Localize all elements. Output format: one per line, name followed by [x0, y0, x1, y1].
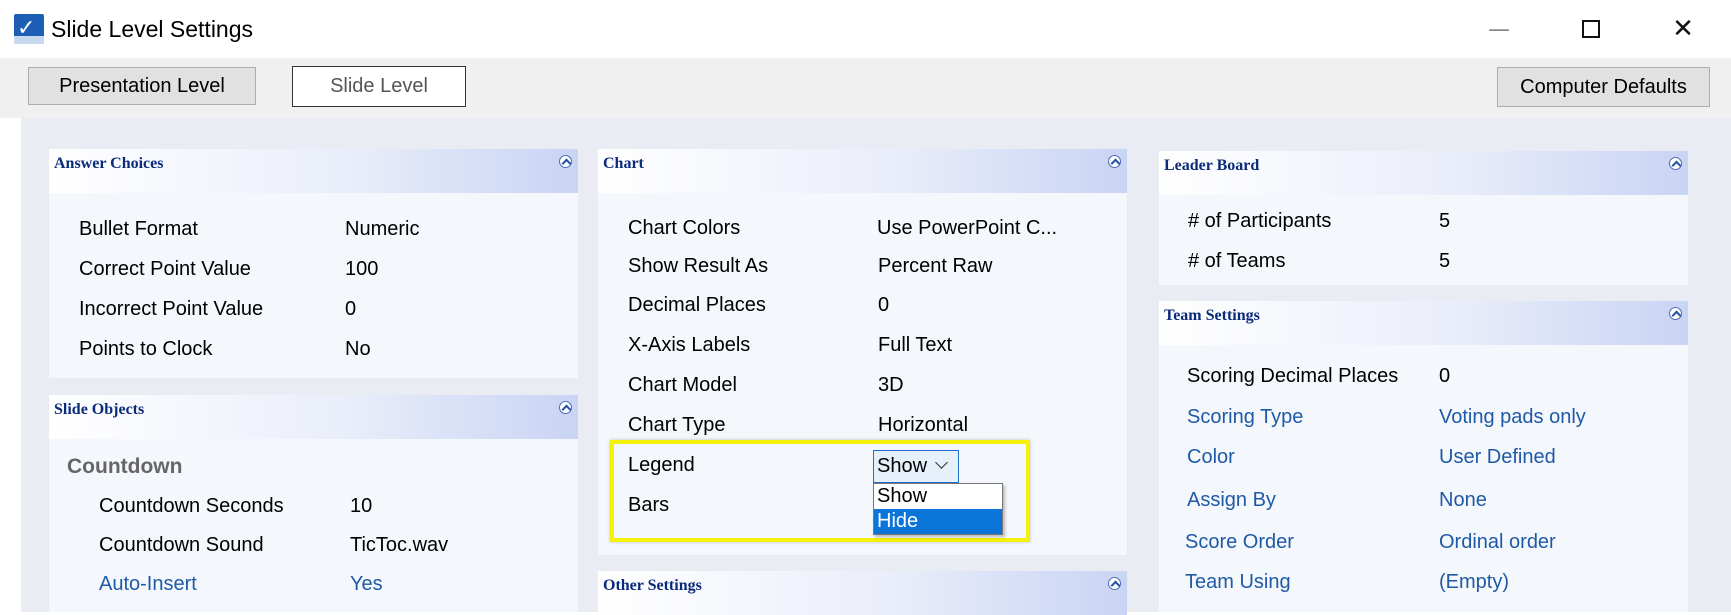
- app-logo-icon: ✓: [14, 14, 44, 44]
- title-bar: ✓ Slide Level Settings — ✕: [0, 0, 1731, 58]
- setting-value[interactable]: 100: [345, 258, 378, 281]
- maximize-icon: [1582, 20, 1600, 38]
- panel-title: Leader Board: [1164, 157, 1260, 174]
- setting-label[interactable]: Color: [1187, 446, 1235, 469]
- setting-label: Chart Model: [628, 374, 737, 396]
- section-heading: Countdown: [67, 455, 183, 478]
- setting-value[interactable]: Ordinal order: [1439, 531, 1556, 554]
- window-title: Slide Level Settings: [51, 16, 254, 42]
- dropdown-option-hide[interactable]: Hide: [874, 509, 1002, 534]
- setting-value[interactable]: Horizontal: [878, 414, 968, 437]
- setting-label[interactable]: Assign By: [1187, 489, 1276, 512]
- setting-value[interactable]: (Empty): [1439, 571, 1509, 594]
- setting-value[interactable]: No: [345, 338, 371, 361]
- collapse-icon[interactable]: [559, 155, 572, 168]
- panel-header: Answer Choices: [49, 149, 578, 193]
- setting-value[interactable]: None: [1439, 489, 1487, 512]
- setting-label[interactable]: Team Using: [1185, 571, 1291, 594]
- close-button[interactable]: ✕: [1637, 0, 1729, 58]
- panel-header: Team Settings: [1159, 301, 1688, 345]
- setting-label[interactable]: Score Order: [1185, 531, 1294, 554]
- setting-label: Countdown Seconds: [99, 495, 284, 517]
- panel-title: Answer Choices: [54, 155, 164, 172]
- setting-label: Points to Clock: [79, 338, 213, 360]
- setting-label: # of Teams: [1188, 250, 1286, 272]
- maximize-button[interactable]: [1545, 0, 1637, 58]
- slide-objects-panel: Slide Objects Countdown Countdown Second…: [49, 395, 578, 612]
- setting-value[interactable]: Voting pads only: [1439, 406, 1586, 429]
- close-icon: ✕: [1672, 14, 1694, 44]
- setting-label: Scoring Decimal Places: [1187, 365, 1399, 387]
- collapse-icon[interactable]: [1108, 577, 1121, 590]
- setting-label[interactable]: Scoring Type: [1187, 406, 1303, 429]
- panel-header: Slide Objects: [49, 395, 578, 439]
- setting-value[interactable]: Percent Raw: [878, 255, 993, 278]
- presentation-level-button[interactable]: Presentation Level: [28, 67, 256, 105]
- setting-label: Show Result As: [628, 255, 769, 277]
- setting-label[interactable]: Auto-Insert: [99, 573, 197, 596]
- minimize-icon: —: [1488, 16, 1510, 42]
- setting-label: Bullet Format: [79, 218, 198, 240]
- setting-value[interactable]: User Defined: [1439, 446, 1556, 469]
- team-settings-panel: Team Settings Scoring Decimal Places 0 S…: [1159, 301, 1688, 612]
- legend-dropdown[interactable]: Show: [873, 450, 959, 483]
- setting-label: X-Axis Labels: [628, 334, 751, 356]
- collapse-icon[interactable]: [1669, 307, 1682, 320]
- setting-value[interactable]: Yes: [350, 573, 383, 596]
- minimize-button[interactable]: —: [1453, 0, 1545, 58]
- setting-value[interactable]: 0: [1439, 365, 1450, 388]
- setting-label: Countdown Sound: [99, 534, 264, 556]
- toolbar: Presentation Level Slide Level Computer …: [0, 58, 1731, 118]
- setting-label: Decimal Places: [628, 294, 766, 316]
- setting-value[interactable]: TicToc.wav: [350, 534, 448, 557]
- collapse-icon[interactable]: [1669, 157, 1682, 170]
- setting-value[interactable]: 5: [1439, 250, 1450, 273]
- setting-value[interactable]: 0: [878, 294, 889, 317]
- chevron-down-icon: [935, 456, 948, 469]
- legend-dropdown-list: Show Hide: [873, 483, 1003, 535]
- setting-label: Correct Point Value: [79, 258, 251, 280]
- leader-board-panel: Leader Board # of Participants 5 # of Te…: [1159, 151, 1688, 285]
- setting-value[interactable]: Numeric: [345, 218, 419, 241]
- setting-value[interactable]: Full Text: [878, 334, 952, 357]
- other-settings-panel: Other Settings: [598, 571, 1127, 615]
- panel-title: Other Settings: [603, 577, 702, 594]
- panel-title: Slide Objects: [54, 401, 145, 418]
- collapse-icon[interactable]: [1108, 155, 1121, 168]
- setting-label: # of Participants: [1188, 210, 1332, 232]
- answer-choices-panel: Answer Choices Bullet Format Numeric Cor…: [49, 149, 578, 378]
- collapse-icon[interactable]: [559, 401, 572, 414]
- setting-value[interactable]: 3D: [878, 374, 904, 397]
- setting-label: Chart Colors: [628, 217, 741, 239]
- legend-selected-value: Show: [877, 455, 928, 477]
- setting-value[interactable]: 0: [345, 298, 356, 321]
- setting-value[interactable]: Use PowerPoint C...: [877, 217, 1057, 240]
- dropdown-option-show[interactable]: Show: [874, 484, 1002, 509]
- panel-title: Team Settings: [1164, 307, 1260, 324]
- setting-value[interactable]: 10: [350, 495, 372, 518]
- slide-level-button[interactable]: Slide Level: [292, 66, 466, 107]
- panel-title: Chart: [603, 155, 644, 172]
- panel-header: Chart: [598, 149, 1127, 193]
- setting-label: Incorrect Point Value: [79, 298, 264, 320]
- setting-label: Chart Type: [628, 414, 726, 436]
- panel-header: Other Settings: [598, 571, 1127, 615]
- setting-value[interactable]: 5: [1439, 210, 1450, 233]
- panel-header: Leader Board: [1159, 151, 1688, 195]
- computer-defaults-button[interactable]: Computer Defaults: [1497, 67, 1710, 107]
